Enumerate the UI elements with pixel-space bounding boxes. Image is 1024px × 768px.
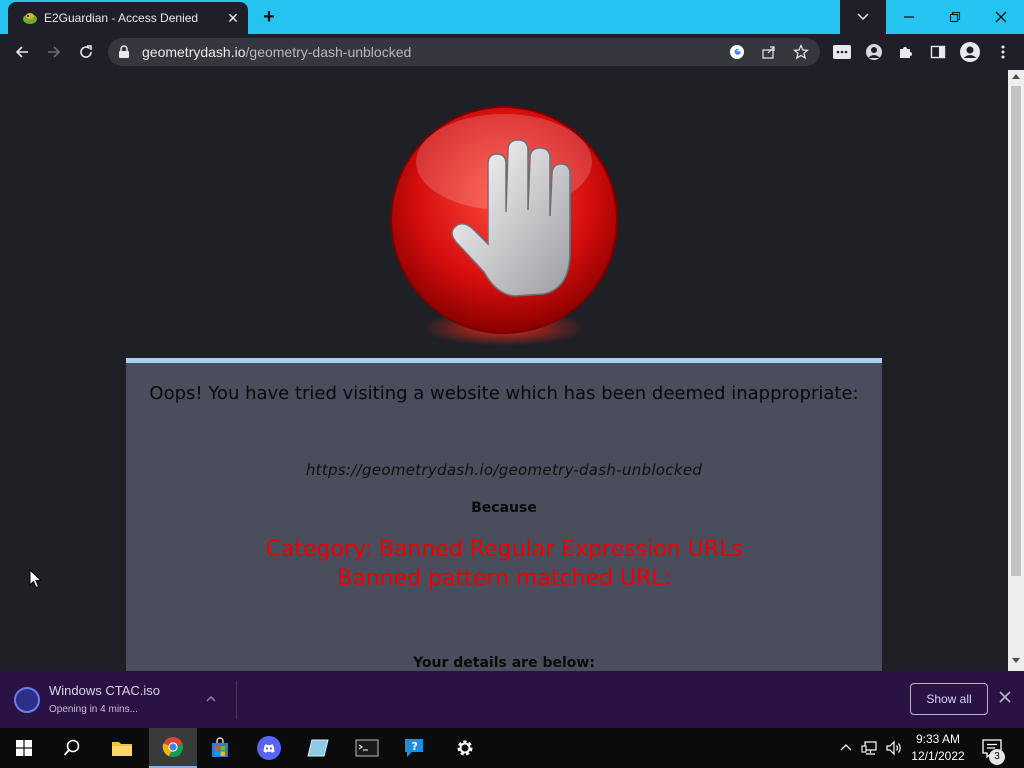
terminal-button[interactable] [343, 728, 391, 768]
svg-text:?: ? [412, 740, 418, 753]
taskbar: ? 9:33 AM 12/1/2022 3 [0, 728, 1024, 768]
network-icon [861, 741, 877, 755]
e2guardian-favicon-icon [23, 13, 37, 24]
download-status: Opening in 4 mins... [49, 704, 138, 715]
microsoft-store-button[interactable] [196, 728, 244, 768]
block-heading: Oops! You have tried visiting a website … [149, 383, 859, 404]
reload-icon [80, 45, 92, 58]
menu-button[interactable] [992, 41, 1014, 63]
lock-icon [119, 45, 129, 58]
extension-button-1[interactable] [831, 41, 853, 63]
blocked-url: https://geometrydash.io/geometry-dash-un… [305, 461, 703, 479]
chevron-up-icon [840, 744, 852, 751]
shelf-divider [236, 681, 237, 719]
show-all-button[interactable]: Show all [910, 683, 988, 715]
discord-button[interactable] [245, 728, 293, 768]
share-button[interactable] [760, 43, 778, 61]
details-heading: Your details are below: [413, 655, 595, 671]
discord-icon [257, 736, 281, 760]
search-button[interactable] [48, 728, 96, 768]
tray-overflow-button[interactable] [836, 738, 856, 758]
url-path: /geometry-dash-unblocked [245, 44, 412, 60]
google-lens-button[interactable] [728, 43, 746, 61]
clock-date: 12/1/2022 [911, 749, 965, 763]
settings-button[interactable] [441, 728, 489, 768]
url-text[interactable]: geometrydash.io/geometry-dash-unblocked [142, 44, 411, 60]
side-panel-icon [930, 45, 946, 59]
stop-hand-icon [390, 106, 618, 346]
extensions-button[interactable] [895, 41, 917, 63]
new-tab-button[interactable]: + [258, 6, 280, 28]
glass-pane-icon [307, 739, 329, 757]
block-category: Category: Banned Regular Expression URLs [265, 537, 743, 562]
download-file-name[interactable]: Windows CTAC.iso [49, 683, 160, 698]
extension-button-2[interactable] [863, 41, 885, 63]
folder-icon [112, 742, 132, 756]
volume-button[interactable] [884, 738, 904, 758]
taskbar-clock[interactable]: 9:33 AM 12/1/2022 [908, 731, 968, 765]
google-icon [730, 45, 744, 59]
extension-avatar-icon [866, 44, 882, 60]
tab-close-icon[interactable]: ✕ [224, 9, 242, 27]
minimize-icon [904, 16, 914, 18]
browser-toolbar: geometrydash.io/geometry-dash-unblocked [0, 34, 1024, 70]
minimize-button[interactable] [886, 0, 932, 34]
search-icon [63, 739, 80, 756]
iso-file-icon[interactable] [14, 687, 40, 713]
page-content: Oops! You have tried visiting a website … [0, 70, 1008, 671]
help-button[interactable]: ? [392, 728, 440, 768]
restore-button[interactable] [932, 0, 978, 34]
store-icon [212, 737, 228, 757]
terminal-icon [355, 739, 379, 757]
chevron-down-icon [857, 13, 869, 21]
chrome-icon [162, 737, 183, 758]
close-shelf-icon[interactable] [998, 690, 1012, 704]
puzzle-icon [900, 47, 912, 58]
block-pattern: Banned pattern matched URL: [337, 566, 671, 591]
share-icon [762, 46, 775, 59]
file-explorer-button[interactable] [98, 728, 146, 768]
close-icon [995, 11, 1007, 23]
tab-title: E2Guardian - Access Denied [44, 11, 199, 25]
back-button[interactable] [10, 40, 34, 64]
arrow-left-icon [15, 46, 28, 58]
mouse-cursor-icon [29, 569, 43, 589]
app-glass-button[interactable] [294, 728, 342, 768]
arrow-right-icon [48, 46, 61, 58]
because-label: Because [471, 500, 537, 516]
forward-button[interactable] [42, 40, 66, 64]
chrome-taskbar-button[interactable] [149, 728, 197, 768]
url-host: geometrydash.io [142, 44, 246, 60]
tab-active[interactable]: E2Guardian - Access Denied ✕ [8, 2, 248, 34]
bookmark-button[interactable] [792, 43, 810, 61]
download-shelf: Windows CTAC.iso Opening in 4 mins... Sh… [0, 671, 1024, 728]
start-button[interactable] [0, 728, 48, 768]
title-bar: E2Guardian - Access Denied ✕ + [0, 0, 1024, 34]
scroll-thumb[interactable] [1011, 86, 1021, 576]
notification-count-badge: 3 [989, 749, 1005, 765]
clock-time: 9:33 AM [915, 732, 961, 746]
tab-search-button[interactable] [840, 0, 886, 34]
volume-icon [886, 740, 901, 756]
extension-ellipsis-icon [833, 45, 851, 59]
star-icon [793, 44, 809, 60]
close-window-button[interactable] [978, 0, 1024, 34]
side-panel-button[interactable] [927, 41, 949, 63]
scroll-down-arrow-icon[interactable] [1012, 658, 1020, 663]
scroll-up-arrow-icon[interactable] [1012, 74, 1020, 79]
help-icon: ? [405, 739, 423, 757]
address-bar[interactable]: geometrydash.io/geometry-dash-unblocked [108, 38, 820, 66]
block-message-panel: Oops! You have tried visiting a website … [126, 358, 882, 671]
gear-icon [457, 740, 473, 756]
network-button[interactable] [860, 738, 880, 758]
profile-button[interactable] [959, 41, 981, 63]
restore-icon [949, 11, 961, 23]
more-vert-icon [1001, 45, 1005, 59]
windows-logo-icon [16, 740, 32, 756]
page-scrollbar[interactable] [1008, 70, 1024, 671]
chevron-up-icon[interactable] [205, 693, 217, 705]
profile-icon [960, 42, 980, 62]
reload-button[interactable] [74, 40, 98, 64]
